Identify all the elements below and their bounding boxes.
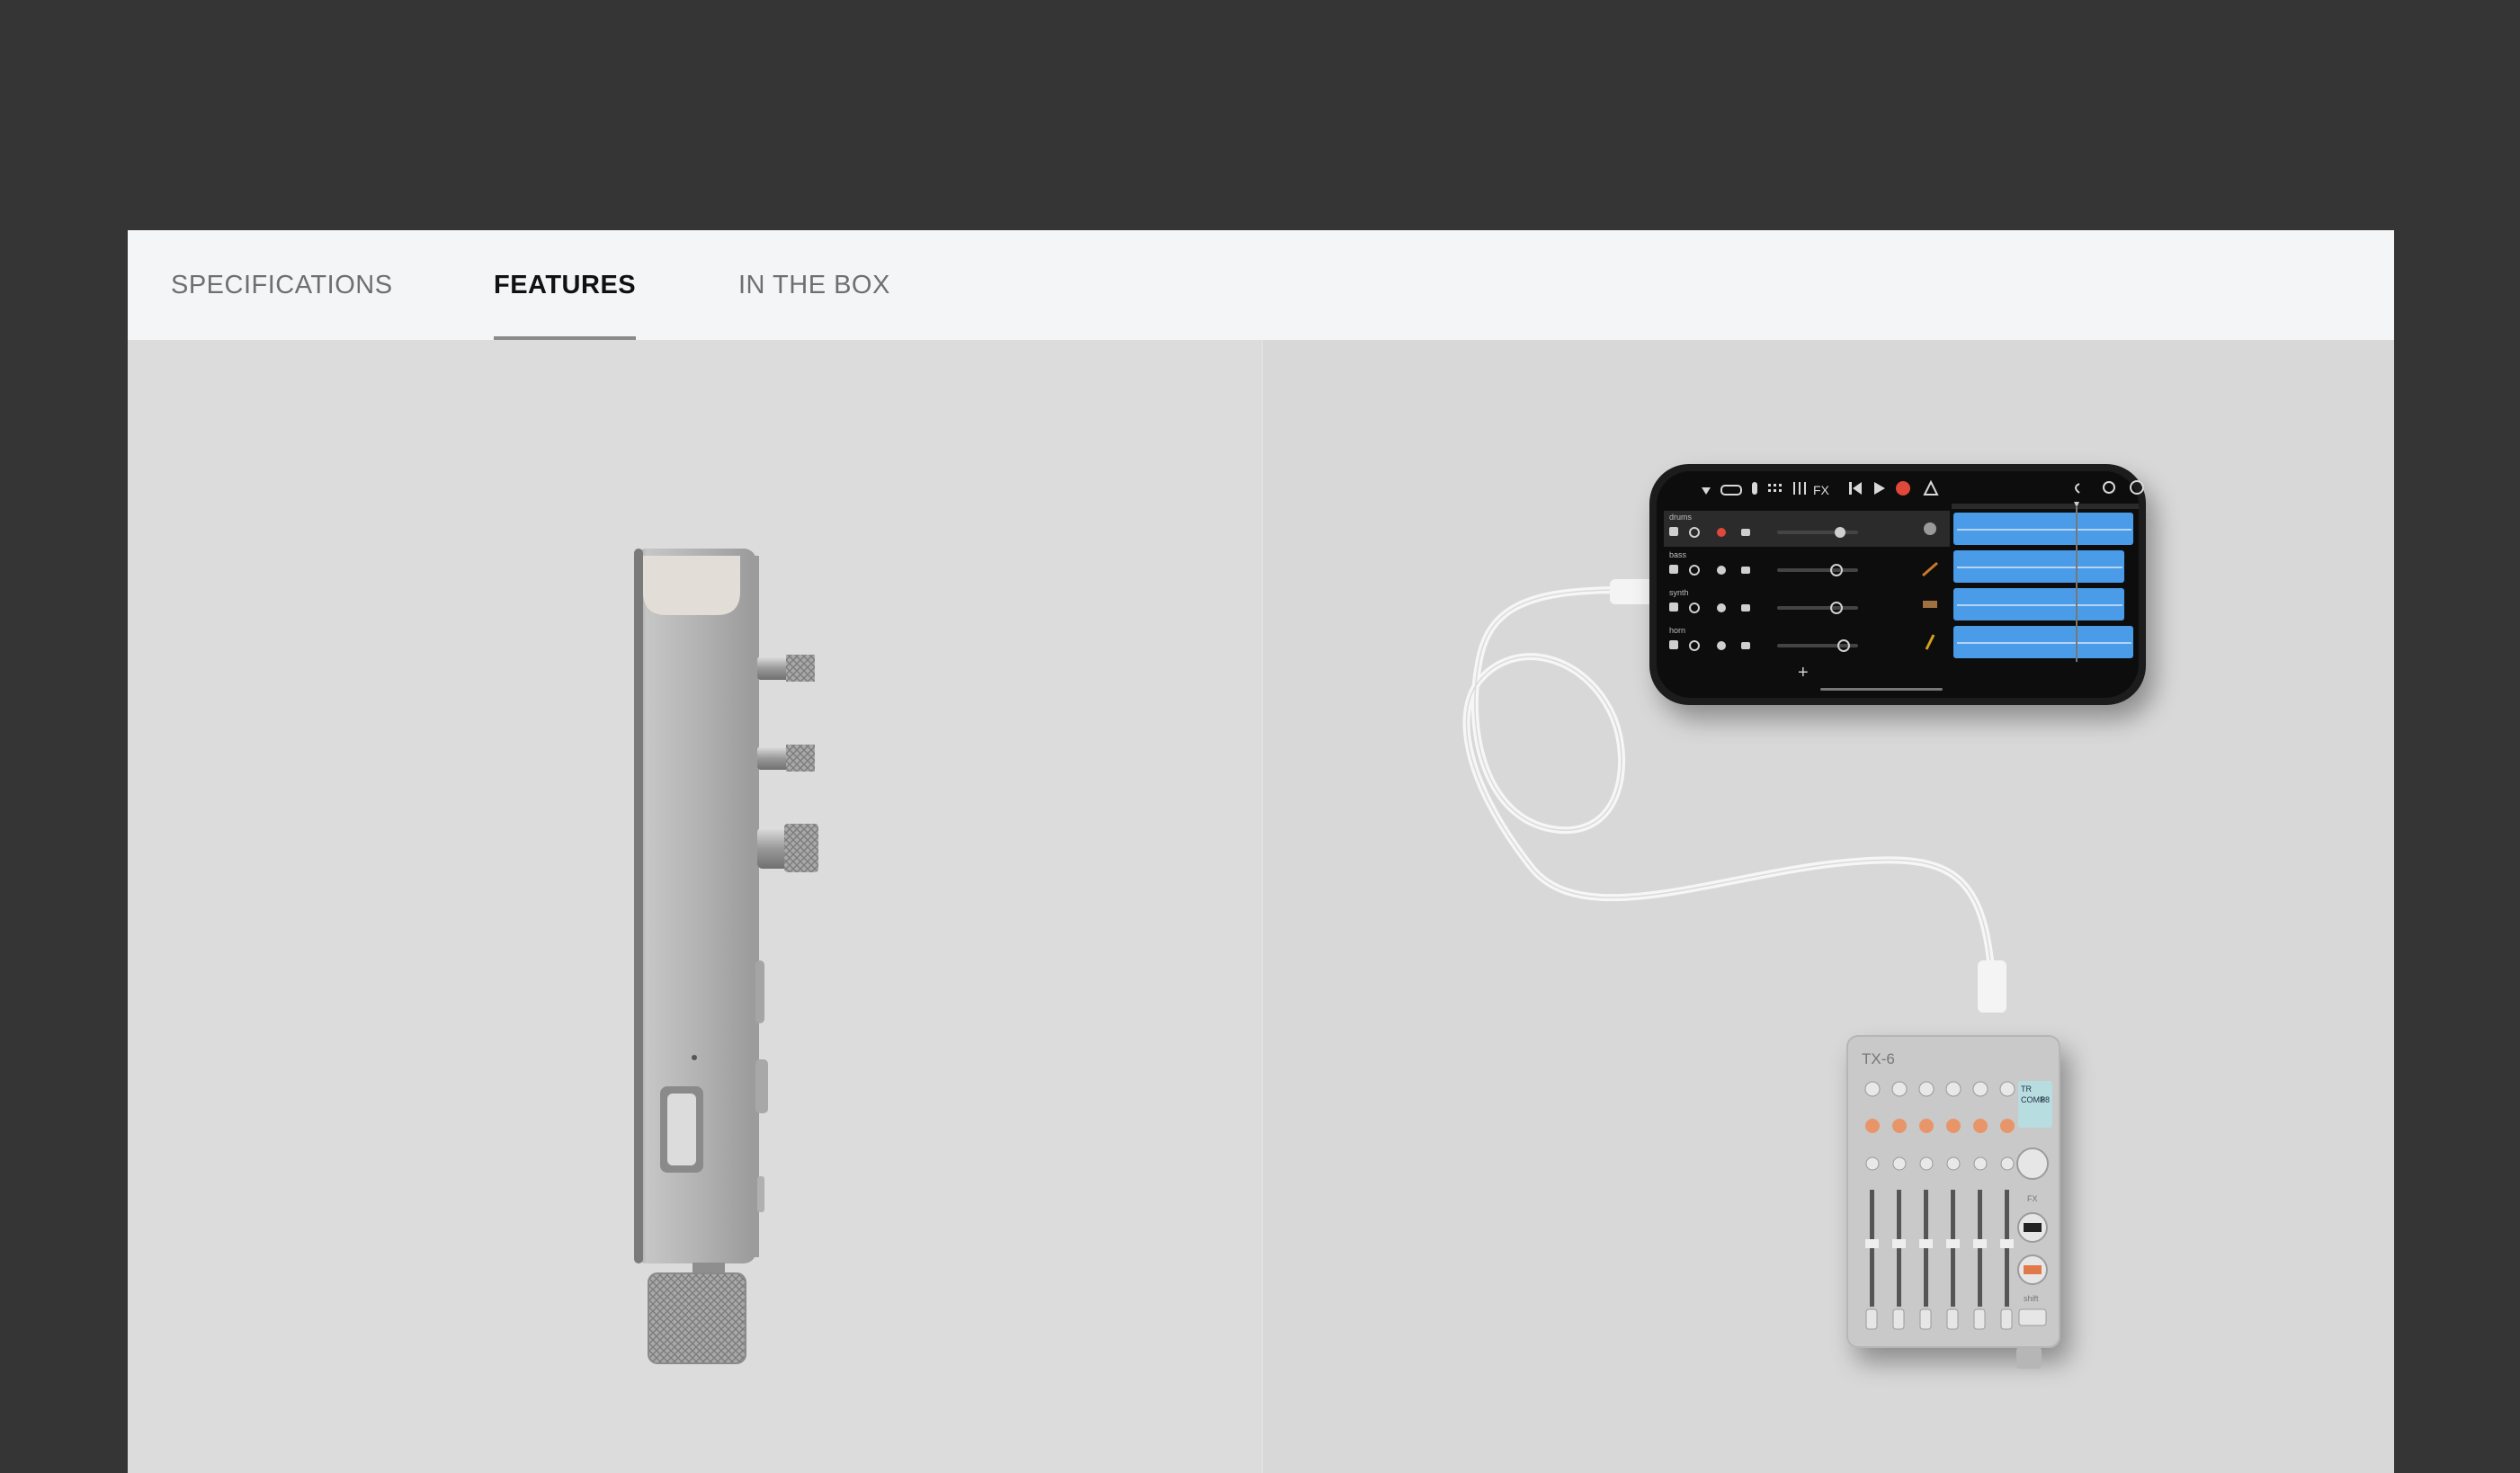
region-synth[interactable]: [1953, 588, 2124, 620]
track-name-synth: synth: [1669, 588, 1689, 597]
product-side-view-image: [128, 340, 1263, 1473]
display-line-3: 88: [2041, 1095, 2050, 1104]
shift-button[interactable]: [2018, 1308, 2047, 1326]
home-indicator: [1820, 688, 1943, 691]
track-name-drums: drums: [1669, 513, 1693, 522]
product-with-phone-image: FX drums bass synth horn + TX-6 TR COMP …: [1263, 340, 2394, 1473]
fx-label: FX: [2027, 1194, 2038, 1203]
display-line-1: TR: [2021, 1085, 2032, 1094]
track-header-drums[interactable]: [1664, 511, 1950, 547]
main-encoder[interactable]: [2016, 1147, 2049, 1180]
tab-features-label: FEATURES: [494, 271, 637, 299]
tab-features[interactable]: FEATURES: [494, 230, 637, 340]
tab-bar: SPECIFICATIONS FEATURES IN THE BOX: [128, 230, 2394, 340]
phone: [1649, 464, 2146, 705]
synth-instrument-icon[interactable]: [1923, 601, 1937, 608]
region-horn[interactable]: [1953, 626, 2133, 658]
product-panel: SPECIFICATIONS FEATURES IN THE BOX FX dr…: [128, 230, 2394, 1473]
drums-instrument-icon[interactable]: [1924, 522, 1936, 535]
tab-in-the-box-label: IN THE BOX: [738, 271, 890, 299]
tab-in-the-box[interactable]: IN THE BOX: [738, 230, 890, 340]
volume-knob[interactable]: [2016, 1347, 2042, 1369]
record-icon[interactable]: [1896, 481, 1910, 495]
region-bass[interactable]: [1953, 550, 2124, 583]
tx6-model-label: TX-6: [1862, 1050, 1895, 1067]
track-name-bass: bass: [1669, 550, 1687, 559]
mic-icon[interactable]: [1752, 482, 1757, 495]
region-drums[interactable]: [1953, 513, 2133, 545]
add-track-button[interactable]: +: [1798, 663, 1809, 683]
rewind-bar: [1849, 482, 1852, 495]
fx-button[interactable]: FX: [1813, 483, 1830, 497]
track-name-horn: horn: [1669, 626, 1685, 635]
shift-label: shift: [2024, 1294, 2039, 1303]
playhead[interactable]: [2076, 507, 2078, 662]
tab-specifications[interactable]: SPECIFICATIONS: [171, 230, 393, 340]
tab-specifications-label: SPECIFICATIONS: [171, 271, 393, 299]
